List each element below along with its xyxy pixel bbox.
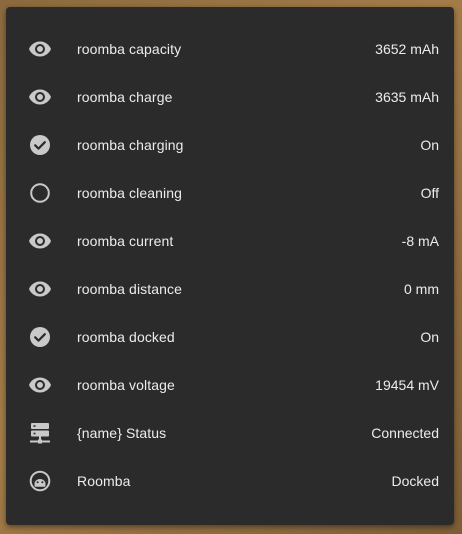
entity-value: -8 mA xyxy=(401,233,439,249)
eye-icon xyxy=(28,277,52,301)
entity-label: roomba voltage xyxy=(77,377,175,393)
eye-icon xyxy=(28,373,52,397)
entity-value: On xyxy=(420,137,439,153)
entity-value: 0 mm xyxy=(404,281,439,297)
entity-row-roomba[interactable]: Roomba Docked xyxy=(6,457,454,505)
check-circle-icon xyxy=(28,325,52,349)
entity-label: {name} Status xyxy=(77,425,167,441)
check-circle-icon xyxy=(28,133,52,157)
entity-row-roomba-charge[interactable]: roomba charge 3635 mAh xyxy=(6,73,454,121)
entity-value: Connected xyxy=(371,425,439,441)
entity-row-roomba-docked[interactable]: roomba docked On xyxy=(6,313,454,361)
eye-icon xyxy=(28,37,52,61)
entity-row-roomba-cleaning[interactable]: roomba cleaning Off xyxy=(6,169,454,217)
entity-value: Docked xyxy=(391,473,439,489)
eye-icon xyxy=(28,229,52,253)
entity-label: roomba capacity xyxy=(77,41,182,57)
entity-row-roomba-voltage[interactable]: roomba voltage 19454 mV xyxy=(6,361,454,409)
entity-value: On xyxy=(420,329,439,345)
server-network-icon xyxy=(28,421,52,445)
entity-value: Off xyxy=(420,185,439,201)
eye-icon xyxy=(28,85,52,109)
entity-row-roomba-current[interactable]: roomba current -8 mA xyxy=(6,217,454,265)
entity-label: Roomba xyxy=(77,473,131,489)
entity-row-roomba-charging[interactable]: roomba charging On xyxy=(6,121,454,169)
entity-label: roomba charge xyxy=(77,89,173,105)
entity-label: roomba cleaning xyxy=(77,185,183,201)
entity-value: 19454 mV xyxy=(375,377,439,393)
circle-outline-icon xyxy=(28,181,52,205)
entity-label: roomba charging xyxy=(77,137,184,153)
entities-card: roomba capacity 3652 mAh roomba charge 3… xyxy=(6,7,454,525)
entity-label: roomba distance xyxy=(77,281,183,297)
entity-value: 3635 mAh xyxy=(375,89,439,105)
entity-row-status[interactable]: {name} Status Connected xyxy=(6,409,454,457)
entity-label: roomba current xyxy=(77,233,174,249)
entity-row-roomba-distance[interactable]: roomba distance 0 mm xyxy=(6,265,454,313)
entity-value: 3652 mAh xyxy=(375,41,439,57)
entity-row-roomba-capacity[interactable]: roomba capacity 3652 mAh xyxy=(6,25,454,73)
entity-label: roomba docked xyxy=(77,329,175,345)
robot-vacuum-icon xyxy=(28,469,52,493)
